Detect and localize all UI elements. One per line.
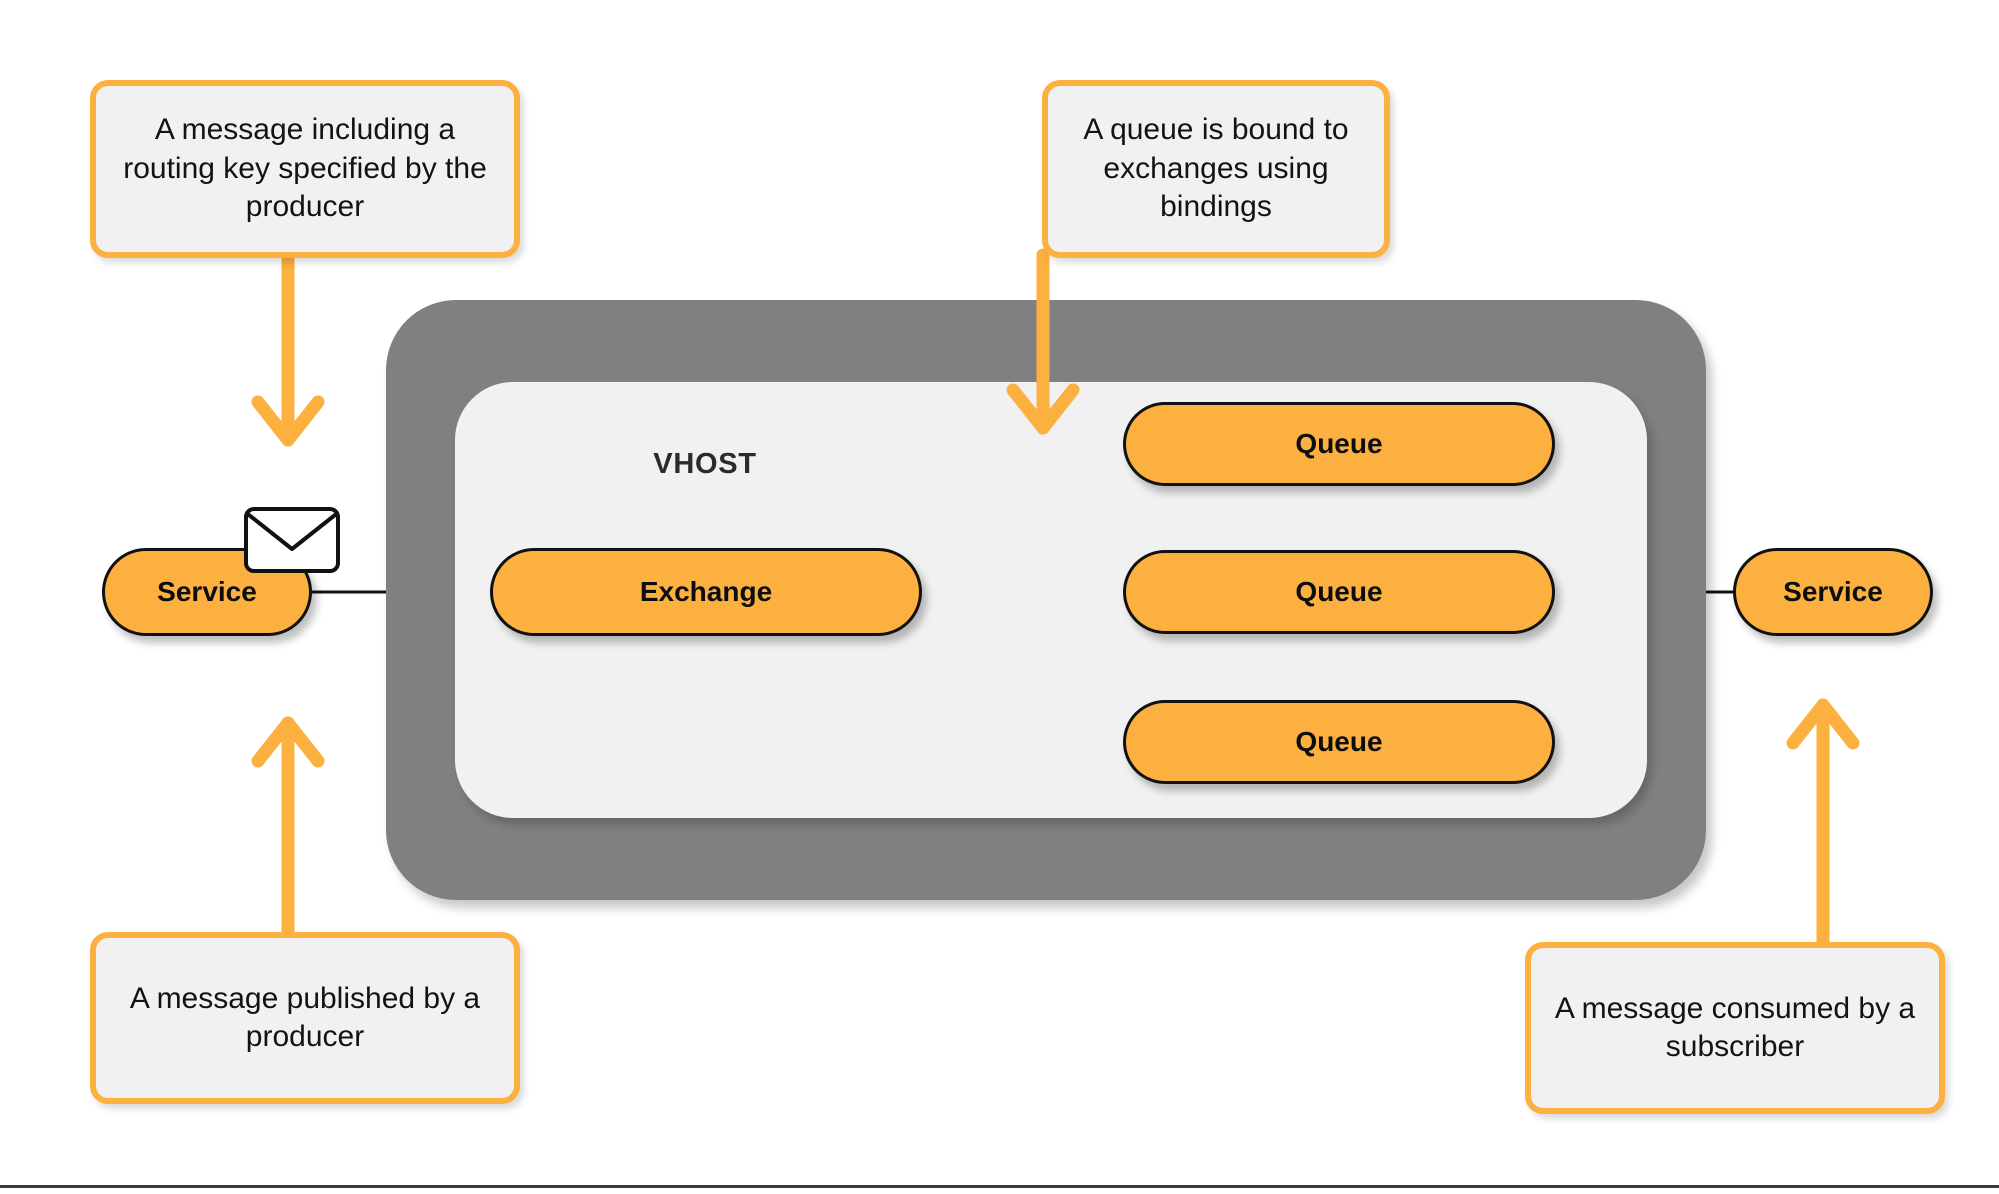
callout-consumed: A message consumed by a subscriber [1525, 942, 1945, 1114]
callout-published-text: A message published by a producer [129, 981, 481, 1053]
callout-published: A message published by a producer [90, 932, 520, 1104]
callout-consumed-text: A message consumed by a subscriber [1554, 991, 1916, 1063]
diagram-canvas: AMQP BROKER VHOST Service Exchange Queue… [0, 0, 1999, 1194]
callout-routing-key-text: A message including a routing key specif… [123, 113, 487, 224]
callout-bindings: A queue is bound to exchanges using bind… [1042, 80, 1390, 258]
bottom-divider [0, 1185, 1999, 1188]
callout-routing-key: A message including a routing key specif… [90, 80, 520, 258]
callout-bindings-text: A queue is bound to exchanges using bind… [1083, 113, 1349, 224]
